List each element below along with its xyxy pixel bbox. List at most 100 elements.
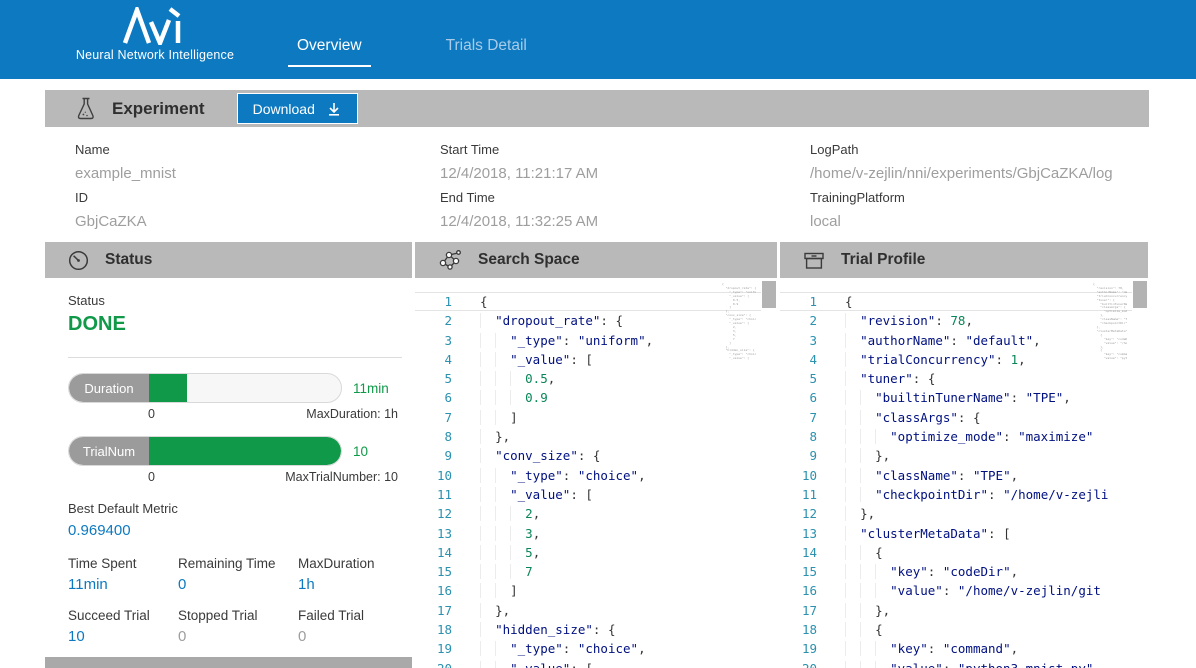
line-number: 12 bbox=[415, 504, 452, 523]
trial-profile-editor[interactable]: 1{2 "revision": 78,3 "authorName": "defa… bbox=[780, 278, 1148, 668]
code-text: "trialConcurrency": 1, bbox=[845, 350, 1026, 369]
code-text: 7 bbox=[480, 562, 533, 581]
status-divider bbox=[68, 357, 402, 358]
stat-value: 0 bbox=[178, 576, 298, 593]
download-icon bbox=[326, 101, 342, 117]
code-line: 14 { bbox=[780, 543, 1148, 562]
tab-overview[interactable]: Overview bbox=[288, 37, 371, 67]
trial-profile-scrollbar[interactable] bbox=[1132, 278, 1148, 668]
stat-cell: Failed Trial 0 bbox=[298, 608, 408, 645]
line-number: 19 bbox=[415, 639, 452, 658]
line-number: 1 bbox=[415, 292, 452, 311]
code-text: }, bbox=[845, 504, 875, 523]
line-number: 4 bbox=[780, 350, 817, 369]
bar-fill bbox=[149, 437, 341, 465]
info-label: Name bbox=[75, 138, 176, 162]
code-line: 10 "_type": "choice", bbox=[415, 466, 777, 485]
code-text: "value": "/home/v-zejlin/git bbox=[845, 581, 1101, 600]
code-line: 19 "_type": "choice", bbox=[415, 639, 777, 658]
bar-pill: Duration bbox=[68, 373, 342, 403]
code-text: "_type": "choice", bbox=[480, 466, 646, 485]
download-button[interactable]: Download bbox=[237, 93, 358, 124]
code-line: 5 "tuner": { bbox=[780, 369, 1148, 388]
search-space-scrollbar[interactable] bbox=[761, 278, 777, 668]
nav-tabs: Overview Trials Detail bbox=[288, 37, 536, 67]
code-line: 12 2, bbox=[415, 504, 777, 523]
code-text: "_value": [ bbox=[480, 659, 593, 668]
bar-pill: TrialNum bbox=[68, 436, 342, 466]
info-value: 12/4/2018, 11:32:25 AM bbox=[440, 210, 598, 234]
line-number: 5 bbox=[780, 369, 817, 388]
bar-label: TrialNum bbox=[69, 437, 149, 465]
code-text: "builtinTunerName": "TPE", bbox=[845, 388, 1071, 407]
code-line: 7 "classArgs": { bbox=[780, 408, 1148, 427]
duration-bar: Duration 11min 0MaxDuration: 1h bbox=[68, 373, 402, 421]
trial-profile-panel-header: Trial Profile bbox=[780, 242, 1148, 278]
code-text: "checkpointDir": "/home/v-zejli bbox=[845, 485, 1108, 504]
code-text: }, bbox=[480, 601, 510, 620]
stat-label: Failed Trial bbox=[298, 608, 408, 623]
code-text: 2, bbox=[480, 504, 540, 523]
bar-value: 11min bbox=[353, 381, 389, 396]
code-line: 9 "conv_size": { bbox=[415, 446, 777, 465]
line-number: 2 bbox=[780, 311, 817, 330]
app-header: Neural Network Intelligence Overview Tri… bbox=[0, 0, 1196, 79]
code-text: "key": "command", bbox=[845, 639, 1018, 658]
code-text: "optimize_mode": "maximize" bbox=[845, 427, 1093, 446]
archive-box-icon bbox=[802, 249, 826, 272]
code-text: 0.9 bbox=[480, 388, 548, 407]
line-number: 6 bbox=[780, 388, 817, 407]
code-text: "dropout_rate": { bbox=[480, 311, 623, 330]
line-number: 9 bbox=[780, 446, 817, 465]
line-number: 11 bbox=[780, 485, 817, 504]
status-value: DONE bbox=[68, 313, 412, 336]
line-number: 18 bbox=[780, 620, 817, 639]
code-text: "clusterMetaData": [ bbox=[845, 524, 1011, 543]
search-space-panel-header: Search Space bbox=[415, 242, 777, 278]
stat-value: 0 bbox=[298, 628, 408, 645]
best-metric-label: Best Default Metric bbox=[68, 501, 412, 516]
bar-row: Duration 11min bbox=[68, 373, 402, 403]
code-text: "_type": "uniform", bbox=[480, 331, 653, 350]
info-column: Nameexample_mnistIDGbjCaZKA bbox=[75, 138, 176, 234]
bar-track bbox=[149, 437, 341, 465]
line-number: 2 bbox=[415, 311, 452, 330]
search-space-editor[interactable]: 1{2 "dropout_rate": {3 "_type": "uniform… bbox=[415, 278, 777, 668]
code-line: 11 "_value": [ bbox=[415, 485, 777, 504]
code-text: "className": "TPE", bbox=[845, 466, 1018, 485]
line-number: 19 bbox=[780, 639, 817, 658]
code-text: "_type": "choice", bbox=[480, 639, 646, 658]
code-line: 6 "builtinTunerName": "TPE", bbox=[780, 388, 1148, 407]
info-value: 12/4/2018, 11:21:17 AM bbox=[440, 162, 598, 186]
code-text: ] bbox=[480, 581, 518, 600]
code-text: 5, bbox=[480, 543, 540, 562]
trial-profile-scrollbar-thumb[interactable] bbox=[1133, 281, 1147, 308]
line-number: 18 bbox=[415, 620, 452, 639]
code-line: 6 0.9 bbox=[415, 388, 777, 407]
code-text: "value": "python3 mnist.py" bbox=[845, 659, 1093, 668]
line-number: 11 bbox=[415, 485, 452, 504]
bar-max: MaxDuration: 1h bbox=[306, 407, 398, 421]
line-number: 15 bbox=[415, 562, 452, 581]
code-line: 17 }, bbox=[780, 601, 1148, 620]
hyperparameter-graph-icon bbox=[437, 249, 463, 272]
status-panel-title: Status bbox=[105, 251, 152, 269]
stat-label: Remaining Time bbox=[178, 556, 298, 571]
bar-value: 10 bbox=[353, 444, 368, 459]
code-text: "authorName": "default", bbox=[845, 331, 1041, 350]
nni-logo-icon bbox=[117, 7, 193, 45]
stat-value: 1h bbox=[298, 576, 408, 593]
code-text: }, bbox=[845, 446, 890, 465]
flask-icon bbox=[74, 97, 97, 121]
search-space-minimap[interactable]: { "dropout_rate": { "_type": "uniform", … bbox=[722, 283, 756, 361]
code-line: 20 "_value": [ bbox=[415, 659, 777, 668]
status-panel: Status Status DONE Duration11min0MaxDura… bbox=[45, 242, 412, 668]
line-number: 1 bbox=[780, 292, 817, 311]
trial-profile-minimap[interactable]: { "revision": 78, "authorName": "default… bbox=[1093, 283, 1127, 361]
search-space-scrollbar-thumb[interactable] bbox=[762, 281, 776, 308]
line-number: 7 bbox=[780, 408, 817, 427]
tab-trials-detail[interactable]: Trials Detail bbox=[437, 37, 536, 67]
bar-scale: 0MaxDuration: 1h bbox=[148, 407, 398, 421]
stats-grid: Time Spent11minRemaining Time0MaxDuratio… bbox=[68, 556, 412, 645]
info-label: Start Time bbox=[440, 138, 598, 162]
